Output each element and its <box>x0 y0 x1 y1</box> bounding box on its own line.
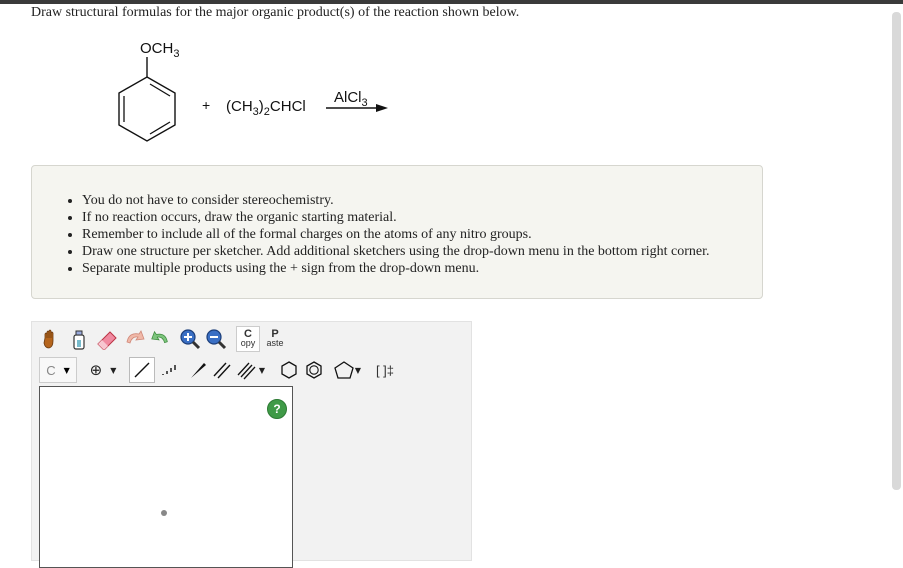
erase-all-button[interactable] <box>66 326 92 352</box>
atom-selector[interactable]: C ▼ <box>39 357 77 383</box>
cyclohexane-icon <box>281 361 297 379</box>
benzene-icon <box>306 361 322 379</box>
drawing-canvas[interactable]: ? <box>39 386 293 568</box>
note-item: Separate multiple products using the + s… <box>82 260 710 277</box>
canvas-marker <box>161 510 167 516</box>
bracket-button[interactable]: [ ]‡ <box>372 357 398 383</box>
zoom-out-button[interactable] <box>204 326 228 352</box>
hashed-bond-button[interactable] <box>157 357 183 383</box>
wedge-bond-button[interactable] <box>185 357 211 383</box>
cyclopentane-selector[interactable]: ▼ <box>328 357 366 383</box>
zoom-in-button[interactable] <box>178 326 202 352</box>
hand-icon <box>43 329 54 349</box>
solid-wedge-icon <box>191 363 206 378</box>
copy-label-bottom: opy <box>240 338 256 348</box>
charge-selector[interactable]: ⊕ ▼ <box>85 357 121 383</box>
atom-label: C <box>46 362 56 378</box>
hashed-wedge-icon <box>162 365 176 375</box>
zoom-in-icon <box>180 329 201 350</box>
plus-sign: + <box>202 97 210 113</box>
catalyst-label: AlCl3 <box>334 89 368 109</box>
undo-button[interactable] <box>122 326 148 352</box>
redo-button[interactable] <box>148 326 172 352</box>
charge-icon: ⊕ <box>89 361 103 379</box>
structure-sketcher: Copy Paste C ▼ ⊕ ▼ ▼ ▼ []‡ ? <box>31 321 472 568</box>
triple-bond-icon <box>237 362 256 380</box>
paste-button[interactable]: Paste <box>262 326 288 352</box>
undo-icon <box>126 330 145 344</box>
help-icon[interactable]: ? <box>267 399 287 419</box>
single-bond-icon <box>134 362 150 378</box>
reaction-scheme: OCH3 + (CH3)2CHCl AlCl3 <box>118 40 388 142</box>
triple-bond-selector[interactable]: ▼ <box>233 357 269 383</box>
benzene-button[interactable] <box>302 357 326 383</box>
redo-icon <box>151 330 168 344</box>
top-bar <box>0 0 903 4</box>
benzene-ring <box>118 76 176 142</box>
paste-label-bottom: aste <box>266 338 284 348</box>
zoom-out-icon <box>206 329 227 350</box>
chevron-down-icon: ▼ <box>110 365 117 375</box>
cyclopentane-icon <box>334 361 354 379</box>
reagent-label: (CH3)2CHCl <box>226 98 306 118</box>
copy-button[interactable]: Copy <box>236 326 260 352</box>
question-text: Draw structural formulas for the major o… <box>31 5 520 20</box>
methoxy-label: OCH3 <box>140 40 179 60</box>
hand-tool-button[interactable] <box>38 326 64 352</box>
page-scrollbar[interactable] <box>892 12 901 490</box>
chevron-down-icon: ▼ <box>258 365 266 375</box>
bracket-icon: [ ]‡ <box>375 362 395 378</box>
eraser-icon <box>97 331 117 350</box>
note-item: You do not have to consider stereochemis… <box>82 192 710 209</box>
note-item: Remember to include all of the formal ch… <box>82 226 710 243</box>
chevron-down-icon: ▼ <box>354 365 362 375</box>
cyclohexane-button[interactable] <box>278 357 300 383</box>
instructions-panel: You do not have to consider stereochemis… <box>31 165 763 299</box>
note-item: If no reaction occurs, draw the organic … <box>82 209 710 226</box>
double-bond-icon <box>213 362 231 379</box>
eraser-button[interactable] <box>94 326 120 352</box>
clear-canvas-icon <box>73 330 85 350</box>
chevron-down-icon: ▼ <box>63 365 70 375</box>
single-bond-button[interactable] <box>129 357 155 383</box>
note-item: Draw one structure per sketcher. Add add… <box>82 243 710 260</box>
double-bond-button[interactable] <box>209 357 235 383</box>
